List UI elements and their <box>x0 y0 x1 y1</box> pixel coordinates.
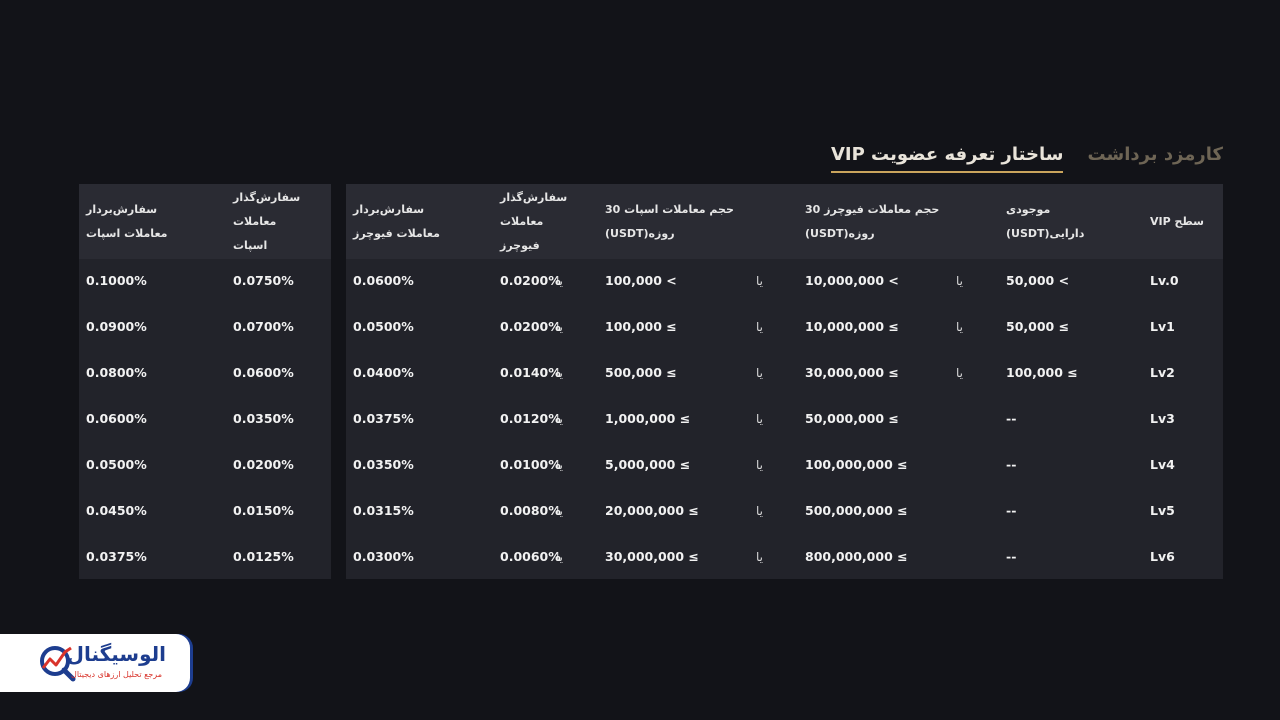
cell-spot-volume: 100,000 ≤ <box>605 319 677 334</box>
cell-spot-volume: 1,000,000 ≤ <box>605 411 691 426</box>
cell-futures-maker: 0.0100% <box>500 457 561 472</box>
header-spot-taker-line2: معاملات اسپات <box>86 227 168 240</box>
cell-assets: 50,000 < <box>1006 273 1070 288</box>
header-spot-maker-line3: اسپات <box>233 239 268 252</box>
cell-assets: -- <box>1006 457 1017 472</box>
cell-assets-or: یا <box>956 366 963 380</box>
header-spot-volume-line1: حجم معاملات اسپات 30 <box>605 203 734 216</box>
cell-futures-maker: 0.0140% <box>500 365 561 380</box>
cell-spot-maker: 0.0150% <box>233 503 294 518</box>
cell-assets: -- <box>1006 549 1017 564</box>
brand-name: الوسیگنال <box>66 642 166 666</box>
header-futures-volume: حجم معاملات فیوچرز 30 روزه(USDT) <box>805 198 939 246</box>
header-futures-maker: سفارش‌گذار معاملات فیوچرز <box>500 186 567 258</box>
cell-spot-volume: 20,000,000 ≤ <box>605 503 699 518</box>
cell-futures-or: یا <box>756 550 763 564</box>
column-separator <box>331 184 346 579</box>
header-spot-volume-line2: روزه(USDT) <box>605 227 675 240</box>
cell-futures-volume: 500,000,000 ≤ <box>805 503 908 518</box>
header-spot-maker: سفارش‌گذار معاملات اسپات <box>233 186 300 258</box>
cell-futures-taker: 0.0300% <box>353 549 414 564</box>
cell-futures-volume: 30,000,000 ≤ <box>805 365 899 380</box>
cell-futures-or: یا <box>756 458 763 472</box>
header-spot-maker-line1: سفارش‌گذار <box>233 191 301 204</box>
header-spot-maker-line2: معاملات <box>233 215 277 228</box>
cell-vip-level: Lv3 <box>1150 411 1175 426</box>
cell-spot-maker: 0.0125% <box>233 549 294 564</box>
cell-futures-taker: 0.0350% <box>353 457 414 472</box>
header-futures-maker-line3: فیوچرز <box>500 239 540 252</box>
cell-assets-or: یا <box>956 274 963 288</box>
cell-futures-maker: 0.0120% <box>500 411 561 426</box>
cell-spot-maker: 0.0700% <box>233 319 294 334</box>
cell-vip-level: Lv2 <box>1150 365 1175 380</box>
cell-spot-volume: 500,000 ≤ <box>605 365 677 380</box>
cell-futures-taker: 0.0400% <box>353 365 414 380</box>
header-futures-volume-line2: روزه(USDT) <box>805 227 875 240</box>
header-assets: موجودی دارایی(USDT) <box>1006 198 1084 246</box>
cell-vip-level: Lv5 <box>1150 503 1175 518</box>
header-spot-taker: سفارش‌بردار معاملات اسپات <box>86 198 167 246</box>
cell-futures-maker: 0.0200% <box>500 273 561 288</box>
cell-assets-or: یا <box>956 320 963 334</box>
cell-assets: -- <box>1006 411 1017 426</box>
cell-spot-maker: 0.0750% <box>233 273 294 288</box>
cell-spot-volume: 30,000,000 ≤ <box>605 549 699 564</box>
brand-logo: الوسیگنال مرجع تحلیل ارزهای دیجیتال <box>0 634 190 692</box>
header-futures-volume-line1: حجم معاملات فیوچرز 30 <box>805 203 940 216</box>
cell-vip-level: Lv.0 <box>1150 273 1179 288</box>
cell-spot-taker: 0.0375% <box>86 549 147 564</box>
cell-vip-level: Lv6 <box>1150 549 1175 564</box>
header-futures-maker-line1: سفارش‌گذار <box>500 191 568 204</box>
tab-withdrawal-fee[interactable]: کارمزد برداشت <box>1087 140 1223 173</box>
cell-futures-maker: 0.0060% <box>500 549 561 564</box>
header-vip-level: سطح VIP <box>1150 215 1204 228</box>
cell-spot-taker: 0.0900% <box>86 319 147 334</box>
header-futures-maker-line2: معاملات <box>500 215 544 228</box>
cell-spot-maker: 0.0600% <box>233 365 294 380</box>
cell-vip-level: Lv4 <box>1150 457 1175 472</box>
cell-spot-taker: 0.0600% <box>86 411 147 426</box>
cell-spot-taker: 0.0800% <box>86 365 147 380</box>
tab-vip-fee-structure[interactable]: ساختار تعرفه عضویت VIP <box>830 140 1064 173</box>
cell-assets: 50,000 ≤ <box>1006 319 1070 334</box>
header-spot-taker-line1: سفارش‌بردار <box>86 203 158 216</box>
cell-futures-taker: 0.0375% <box>353 411 414 426</box>
cell-futures-taker: 0.0315% <box>353 503 414 518</box>
cell-futures-volume: 10,000,000 ≤ <box>805 319 899 334</box>
cell-assets: 100,000 ≤ <box>1006 365 1078 380</box>
header-futures-taker-line2: معاملات فیوچرز <box>353 227 440 240</box>
cell-spot-taker: 0.0450% <box>86 503 147 518</box>
header-futures-taker: سفارش‌بردار معاملات فیوچرز <box>353 198 440 246</box>
header-spot-volume: حجم معاملات اسپات 30 روزه(USDT) <box>605 198 734 246</box>
cell-spot-maker: 0.0350% <box>233 411 294 426</box>
cell-spot-volume: 100,000 < <box>605 273 677 288</box>
cell-futures-taker: 0.0600% <box>353 273 414 288</box>
header-assets-line1: موجودی <box>1006 203 1051 216</box>
header-futures-taker-line1: سفارش‌بردار <box>353 203 425 216</box>
cell-futures-volume: 10,000,000 < <box>805 273 899 288</box>
cell-spot-taker: 0.1000% <box>86 273 147 288</box>
cell-spot-maker: 0.0200% <box>233 457 294 472</box>
header-assets-line2: دارایی(USDT) <box>1006 227 1085 240</box>
cell-futures-volume: 100,000,000 ≤ <box>805 457 908 472</box>
cell-futures-volume: 50,000,000 ≤ <box>805 411 899 426</box>
cell-futures-or: یا <box>756 504 763 518</box>
fee-tabs: ساختار تعرفه عضویت VIP کارمزد برداشت <box>830 140 1223 173</box>
cell-futures-volume: 800,000,000 ≤ <box>805 549 908 564</box>
cell-vip-level: Lv1 <box>1150 319 1175 334</box>
cell-assets: -- <box>1006 503 1017 518</box>
cell-futures-or: یا <box>756 412 763 426</box>
cell-spot-volume: 5,000,000 ≤ <box>605 457 691 472</box>
cell-futures-or: یا <box>756 274 763 288</box>
cell-futures-or: یا <box>756 366 763 380</box>
brand-tagline: مرجع تحلیل ارزهای دیجیتال <box>71 670 162 679</box>
cell-futures-or: یا <box>756 320 763 334</box>
cell-spot-taker: 0.0500% <box>86 457 147 472</box>
cell-futures-taker: 0.0500% <box>353 319 414 334</box>
cell-futures-maker: 0.0200% <box>500 319 561 334</box>
vip-fee-table: سطح VIP موجودی دارایی(USDT) حجم معاملات … <box>79 184 1223 579</box>
table-header: سطح VIP موجودی دارایی(USDT) حجم معاملات … <box>79 184 1223 259</box>
cell-futures-maker: 0.0080% <box>500 503 561 518</box>
